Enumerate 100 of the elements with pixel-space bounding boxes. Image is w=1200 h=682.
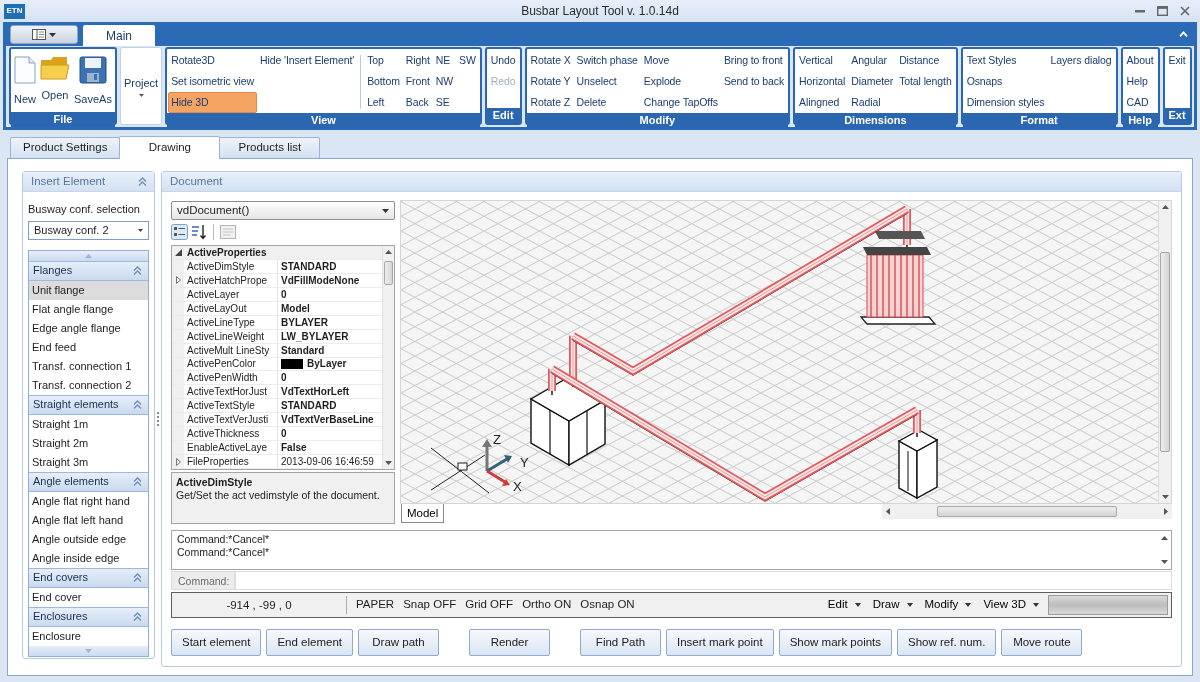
ribbon-button[interactable]: New (12, 50, 38, 112)
arrow-up-icon[interactable] (1161, 205, 1169, 209)
arrow-left-icon[interactable] (886, 508, 890, 515)
ribbon-button[interactable]: Distance (896, 50, 955, 71)
accordion-header[interactable]: Angle elements (29, 471, 148, 492)
action-button[interactable]: Show ref. num. (897, 629, 997, 656)
scrollbar-thumb[interactable] (384, 261, 393, 285)
ribbon-button[interactable]: Total length (896, 71, 955, 92)
ribbon-button[interactable]: Change TapOffs (640, 92, 721, 113)
arrow-down-icon[interactable] (385, 461, 392, 465)
sort-icon[interactable] (191, 224, 207, 240)
status-menu-button[interactable]: View 3D (979, 596, 1043, 614)
ribbon-button[interactable]: Alingned (796, 92, 849, 113)
ribbon-button[interactable]: Move (640, 50, 721, 71)
arrow-down-icon[interactable] (1161, 560, 1168, 564)
action-button[interactable]: Start element (171, 629, 262, 656)
accordion-header[interactable]: Straight elements (29, 394, 148, 415)
app-menu-button[interactable] (10, 25, 78, 44)
ribbon-button[interactable]: Vertical (796, 50, 849, 71)
category-row[interactable]: ActiveProperties (172, 246, 382, 260)
ribbon-button[interactable]: Diameter (848, 71, 897, 92)
ribbon-button[interactable]: Text Styles (963, 50, 1048, 71)
ribbon-button[interactable]: Open (38, 50, 72, 112)
double-caret-up-icon[interactable] (138, 177, 147, 186)
status-menu-button[interactable]: Edit (823, 596, 865, 614)
action-button[interactable]: Insert mark point (666, 629, 774, 656)
ribbon-button[interactable]: Bottom (364, 71, 403, 92)
arrow-up-icon[interactable] (385, 250, 392, 254)
list-item[interactable]: Angle outside edge (29, 529, 148, 549)
busway-conf-dropdown[interactable]: Busway conf. 2 (28, 220, 149, 240)
ribbon-button[interactable]: Left (364, 92, 403, 113)
scrollbar-thumb[interactable] (937, 506, 1117, 517)
action-button[interactable]: Show mark points (778, 629, 893, 656)
list-item[interactable]: Transf. connection 2 (29, 375, 148, 395)
ribbon-button[interactable]: NE (432, 50, 457, 71)
ribbon-button[interactable]: Back (402, 92, 433, 113)
ribbon-button[interactable]: Radial (848, 92, 897, 113)
arrow-right-icon[interactable] (1164, 508, 1168, 515)
dropdown-button[interactable]: Project (119, 47, 163, 125)
ribbon-button[interactable]: SaveAs (72, 50, 114, 112)
accordion-header[interactable]: End covers (29, 567, 148, 588)
horizontal-scrollbar[interactable] (882, 504, 1172, 519)
arrow-down-icon[interactable] (1161, 495, 1169, 499)
ribbon-button[interactable]: Explode (640, 71, 721, 92)
list-item[interactable]: Angle flat right hand (29, 491, 148, 511)
vertical-scrollbar[interactable] (382, 246, 394, 469)
ribbon-button[interactable]: Layers dialog (1047, 50, 1115, 71)
list-item[interactable]: Straight 2m (29, 433, 148, 453)
ribbon-button[interactable]: Hide 3D (168, 92, 257, 113)
list-item[interactable]: Angle flat left hand (29, 510, 148, 530)
list-item[interactable]: Edge angle flange (29, 318, 148, 338)
scrollbar-thumb[interactable] (1160, 252, 1170, 452)
action-button[interactable]: Find Path (580, 629, 661, 656)
ribbon-button[interactable]: Dimension styles (963, 92, 1048, 113)
ribbon-button[interactable]: SE (432, 92, 457, 113)
list-item[interactable]: End cover (29, 587, 148, 607)
close-icon[interactable] (1180, 6, 1190, 16)
list-item[interactable]: End feed (29, 337, 148, 357)
ribbon-button[interactable]: Horizontal (796, 71, 849, 92)
vertical-scrollbar[interactable] (1158, 201, 1171, 503)
ribbon-button[interactable]: Rotate X (527, 50, 574, 71)
list-item[interactable]: Flat angle flange (29, 299, 148, 319)
ribbon-button[interactable]: Rotate3D (168, 50, 257, 71)
ribbon-button[interactable]: Delete (573, 92, 641, 113)
action-button[interactable]: Draw path (358, 629, 439, 656)
status-menu-button[interactable]: Modify (920, 596, 976, 614)
arrow-up-icon[interactable] (1161, 536, 1168, 540)
list-item[interactable]: Straight 1m (29, 414, 148, 434)
caret-up-icon[interactable] (1179, 31, 1188, 37)
ribbon-button[interactable]: Unselect (573, 71, 641, 92)
ribbon-button[interactable]: Hide 'Insert Element' (257, 50, 358, 71)
maximize-icon[interactable] (1157, 6, 1168, 16)
accordion-header[interactable]: Enclosures (29, 606, 148, 627)
accordion-header[interactable]: Flanges (29, 260, 148, 281)
ribbon-button[interactable]: Set isometric view (168, 71, 257, 92)
ribbon-button[interactable]: Help (1123, 71, 1157, 92)
tab[interactable]: Product Settings (10, 137, 121, 158)
tab[interactable]: Drawing (119, 136, 221, 159)
ribbon-button[interactable]: Right (402, 50, 433, 71)
ribbon-button[interactable]: Front (402, 71, 433, 92)
expanded-triangle-icon[interactable] (174, 248, 182, 256)
ribbon-button[interactable]: CAD (1123, 92, 1157, 113)
list-item[interactable]: Angle inside edge (29, 548, 148, 568)
action-button[interactable]: Move route (1001, 629, 1083, 656)
ribbon-button[interactable]: Osnaps (963, 71, 1048, 92)
status-menu-button[interactable]: Draw (868, 596, 917, 614)
ribbon-button[interactable]: Send to back (720, 71, 788, 92)
list-item[interactable]: Enclosure (29, 626, 148, 646)
list-item[interactable]: Straight 3m (29, 452, 148, 472)
ribbon-button[interactable]: About (1123, 50, 1157, 71)
ribbon-button[interactable]: Angular (848, 50, 897, 71)
action-button[interactable]: End element (266, 629, 353, 656)
ribbon-button[interactable]: Rotate Y (527, 71, 574, 92)
action-button[interactable]: Render (469, 629, 550, 656)
list-item[interactable]: Transf. connection 1 (29, 356, 148, 376)
ribbon-button[interactable]: Top (364, 50, 403, 71)
object-dropdown[interactable]: vdDocument() (171, 201, 395, 220)
ribbon-button[interactable]: Rotate Z (527, 92, 574, 113)
minimize-icon[interactable] (1135, 9, 1145, 13)
ribbon-button[interactable]: Exit (1165, 50, 1189, 71)
